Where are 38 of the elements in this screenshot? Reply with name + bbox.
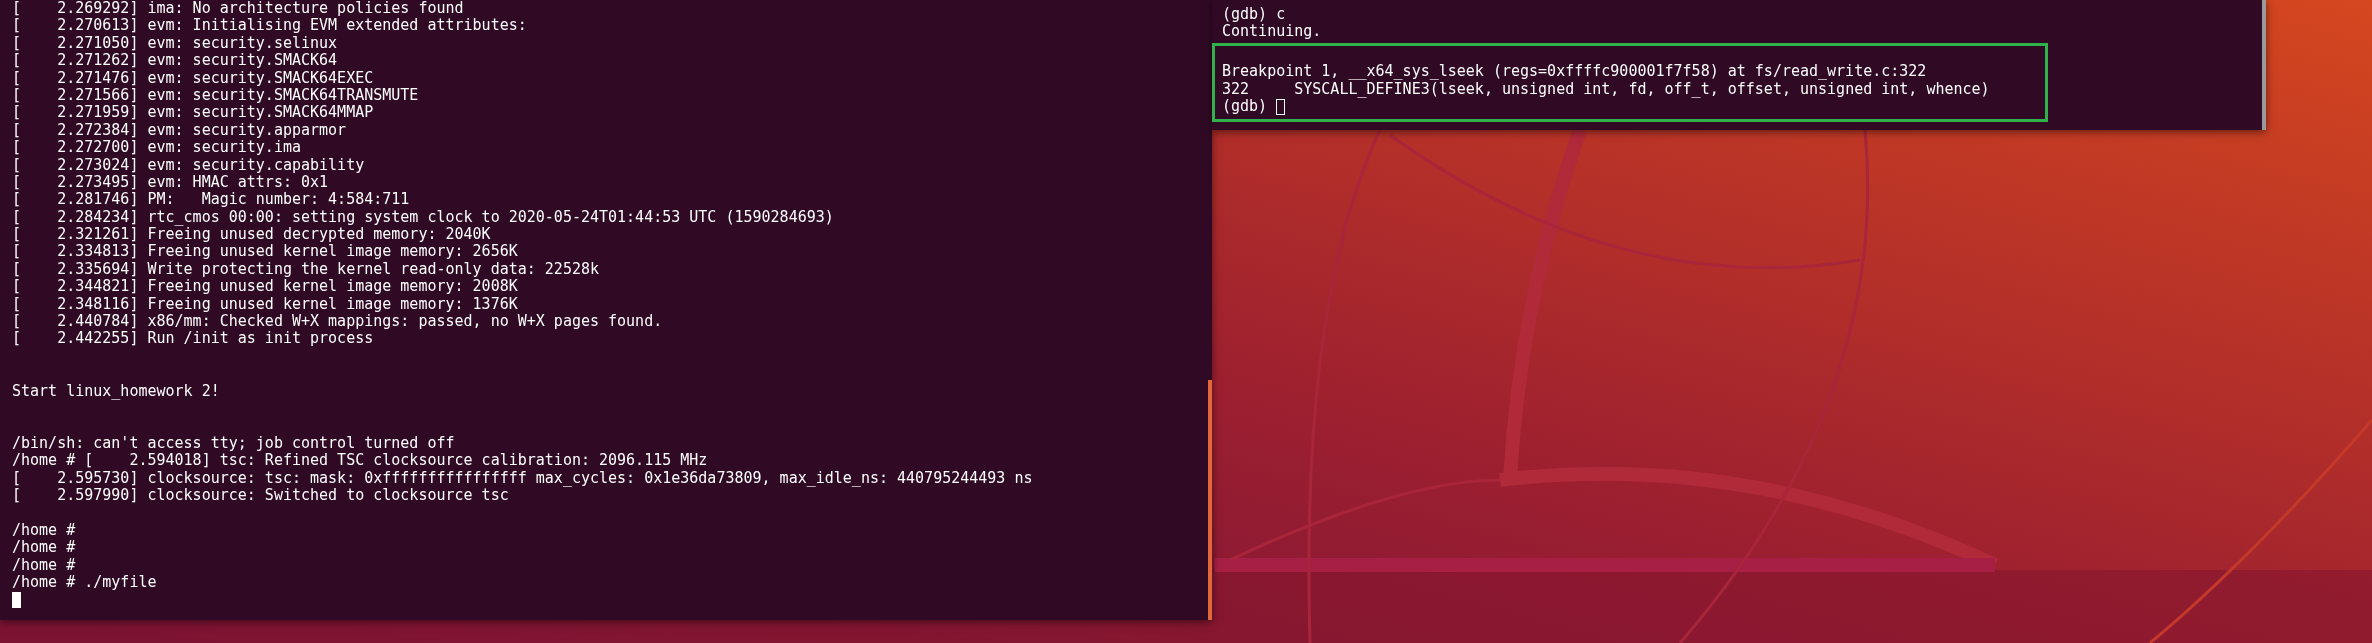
terminal-line: [ 2.273495] evm: HMAC attrs: 0x1 xyxy=(12,173,329,192)
terminal-line: [ 2.272700] evm: security.ima xyxy=(12,139,302,157)
terminal-line: Start linux_homework 2! xyxy=(12,382,221,400)
terminal-line: [ 2.595730] clocksource: tsc: mask: 0xffffffffffffffff max_cycles: 0x1e36da73809, max_idle_ns: 440795244493 ns xyxy=(12,469,1034,487)
terminal-line: [ 2.597990] clocksource: Switched to clocksource tsc xyxy=(12,486,510,505)
terminal-line: [ 2.269292] ima: No architecture policies found xyxy=(12,0,465,18)
terminal-line: [ 2.281746] PM: Magic number: 4:584:711 xyxy=(12,191,411,209)
terminal-line: [ 2.271476] evm: security.SMACK64EXEC xyxy=(12,69,375,87)
terminal-line: /home # xyxy=(12,539,77,557)
terminal-line: [ 2.335694] Write protecting the kernel read-only data: 22528k xyxy=(12,260,600,279)
terminal-line: [ 2.271566] evm: security.SMACK64TRANSMUTE xyxy=(12,86,420,105)
terminal-line: [ 2.321261] Freeing unused decrypted memory: 2040K xyxy=(12,226,492,244)
terminal-line: /home # [ 2.594018] tsc: Refined TSC clocksource calibration: 2096.115 MHz xyxy=(12,452,709,470)
scrollbar[interactable] xyxy=(2262,0,2266,130)
terminal-line: [ 2.271050] evm: security.selinux xyxy=(12,34,339,53)
terminal-prompt: (gdb) xyxy=(1222,97,1269,116)
terminal-window[interactable]: (gdb) c Continuing. Breakpoint 1, __x64_sys_lseek (regs=0xffffc900001f7f58) at fs/read_write.c:322 322 SYSCALL_DEFINE3(lseek, unsigned int, fd, off_t, offset, unsigned int, whence) (gdb) xyxy=(1212,0,2266,130)
terminal-line: /home # xyxy=(12,521,77,540)
terminal-line: [ 2.272384] evm: security.apparmor xyxy=(12,121,348,140)
terminal-line: [ 2.273024] evm: security.capability xyxy=(12,156,366,174)
terminal-line: /home # ./myfile xyxy=(12,573,158,592)
terminal-line: /home # xyxy=(12,556,77,574)
terminal-line: Continuing. xyxy=(1221,23,1323,41)
terminal-line: [ 2.442255] Run /init as init process xyxy=(12,330,375,348)
terminal-line: [ 2.344821] Freeing unused kernel image memory: 2008K xyxy=(12,278,519,296)
terminal-line: [ 2.271959] evm: security.SMACK64MMAP xyxy=(12,104,375,122)
terminal-line: [ 2.334813] Freeing unused kernel image memory: 2656K xyxy=(12,243,519,261)
terminal-line: [ 2.348116] Freeing unused kernel image memory: 1376K xyxy=(12,295,519,314)
terminal-line: [ 2.440784] x86/mm: Checked W+X mappings: passed, no W+X pages found. xyxy=(12,313,664,331)
terminal-line: (gdb) c xyxy=(1221,6,1287,24)
terminal-line: Breakpoint 1, __x64_sys_lseek (regs=0xffffc900001f7f58) at fs/read_write.c:322 xyxy=(1222,63,1928,81)
terminal-line: 322 SYSCALL_DEFINE3(lseek, unsigned int, fd, off_t, offset, unsigned int, whence) xyxy=(1222,80,1991,98)
terminal-line: [ 2.270613] evm: Initialising EVM extended attributes: xyxy=(12,17,528,35)
terminal-line: /bin/sh: can't access tty; job control turned off xyxy=(12,434,456,453)
scrollbar[interactable] xyxy=(1208,380,1212,620)
terminal-line: [ 2.284234] rtc_cmos 00:00: setting system clock to 2020-05-24T01:44:53 UTC (1590284693) xyxy=(12,208,835,227)
terminal-line: [ 2.271262] evm: security.SMACK64 xyxy=(12,52,339,70)
terminal-window[interactable] xyxy=(0,0,1212,620)
